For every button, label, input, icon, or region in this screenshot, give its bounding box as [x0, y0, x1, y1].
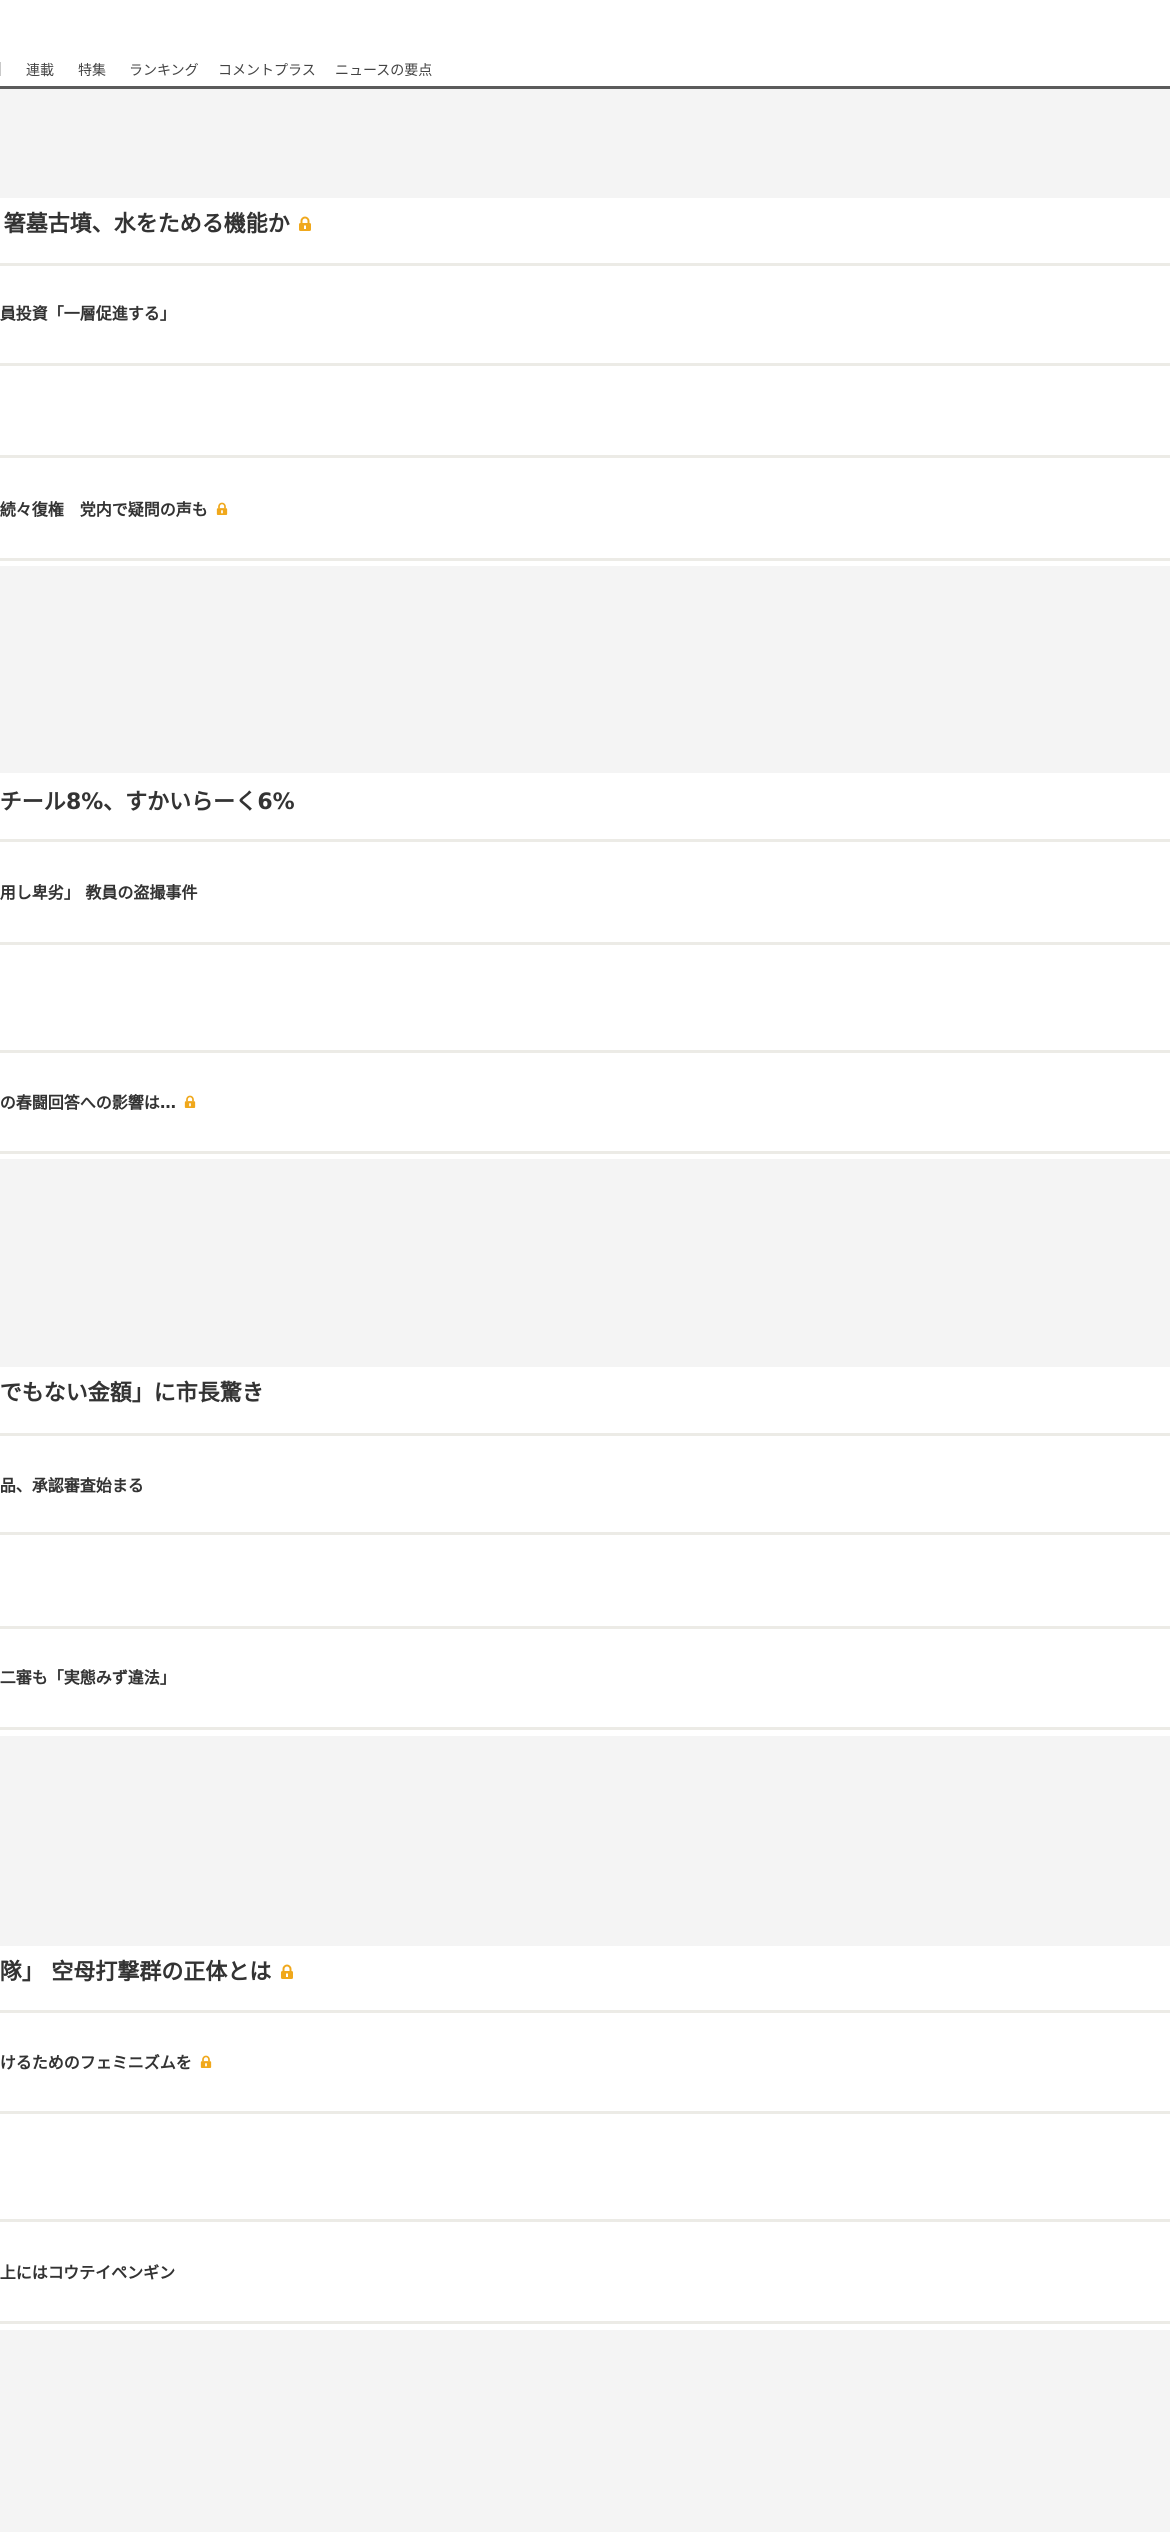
divider: [0, 263, 1170, 266]
divider: [0, 1050, 1170, 1053]
article-title: 上にはコウテイペンギン: [0, 2263, 176, 2282]
divider: [0, 455, 1170, 458]
divider: [0, 839, 1170, 842]
article-headline-8[interactable]: 品、承認審査始まる: [0, 1472, 144, 1496]
article-headline-10[interactable]: 隊」 空母打撃群の正体とは: [0, 1954, 294, 1986]
lock-icon: [216, 501, 228, 520]
lock-icon: [200, 2054, 212, 2073]
article-title: 箸墓古墳、水をためる機能か: [4, 212, 291, 237]
lock-icon: [280, 1961, 294, 1986]
divider: [0, 1532, 1170, 1535]
article-title: チール8%、すかいらーく6%: [0, 790, 295, 815]
nav-divider: [0, 62, 1, 76]
divider: [0, 2219, 1170, 2222]
article-headline-1[interactable]: 箸墓古墳、水をためる機能か: [4, 206, 312, 238]
divider: [0, 558, 1170, 561]
article-title: 続々復権 党内で疑問の声も: [0, 500, 209, 519]
top-header-bar: [0, 0, 1170, 54]
article-headline-2[interactable]: 員投資「一層促進する」: [0, 300, 176, 324]
lock-icon: [184, 1094, 196, 1113]
divider: [0, 942, 1170, 945]
article-title: でもない金額」に市長驚き: [0, 1381, 265, 1406]
ad-banner[interactable]: [0, 566, 1170, 773]
ad-banner[interactable]: [0, 1736, 1170, 1946]
divider: [0, 1626, 1170, 1629]
ad-banner[interactable]: [0, 1159, 1170, 1367]
article-headline-6[interactable]: の春闘回答への影響は…: [0, 1089, 196, 1113]
lock-icon: [298, 213, 312, 238]
article-headline-4[interactable]: チール8%、すかいらーく6%: [0, 784, 295, 816]
article-title: 用し卑劣」 教員の盗撮事件: [0, 883, 198, 902]
divider: [0, 1151, 1170, 1154]
article-title: 員投資「一層促進する」: [0, 304, 177, 323]
divider: [0, 2010, 1170, 2013]
nav-item-comment-plus[interactable]: コメントプラス: [218, 60, 316, 80]
article-headline-11[interactable]: けるためのフェミニズムを: [0, 2049, 212, 2073]
nav-item-ranking[interactable]: ランキング: [129, 60, 199, 80]
article-title: 品、承認審査始まる: [0, 1476, 145, 1495]
divider: [0, 1727, 1170, 1730]
ad-banner[interactable]: [0, 89, 1170, 198]
divider: [0, 363, 1170, 366]
category-nav: 連載 特集 ランキング コメントプラス ニュースの要点: [0, 52, 1170, 89]
article-headline-9[interactable]: 二審も「実態みず違法」: [0, 1664, 176, 1688]
article-headline-3[interactable]: 続々復権 党内で疑問の声も: [0, 496, 228, 520]
nav-item-features[interactable]: 特集: [78, 60, 106, 80]
article-title: けるためのフェミニズムを: [0, 2053, 193, 2072]
nav-item-news-summary[interactable]: ニュースの要点: [335, 60, 432, 80]
ad-banner[interactable]: [0, 2330, 1170, 2532]
article-title: 隊」 空母打撃群の正体とは: [0, 1960, 272, 1985]
article-title: の春闘回答への影響は…: [0, 1093, 177, 1112]
divider: [0, 2111, 1170, 2114]
article-headline-12[interactable]: 上にはコウテイペンギン: [0, 2259, 175, 2283]
article-title: 二審も「実態みず違法」: [0, 1668, 177, 1687]
divider: [0, 1433, 1170, 1436]
divider: [0, 2321, 1170, 2324]
nav-item-series[interactable]: 連載: [26, 60, 54, 80]
article-headline-7[interactable]: でもない金額」に市長驚き: [0, 1375, 264, 1407]
article-headline-5[interactable]: 用し卑劣」 教員の盗撮事件: [0, 879, 198, 903]
